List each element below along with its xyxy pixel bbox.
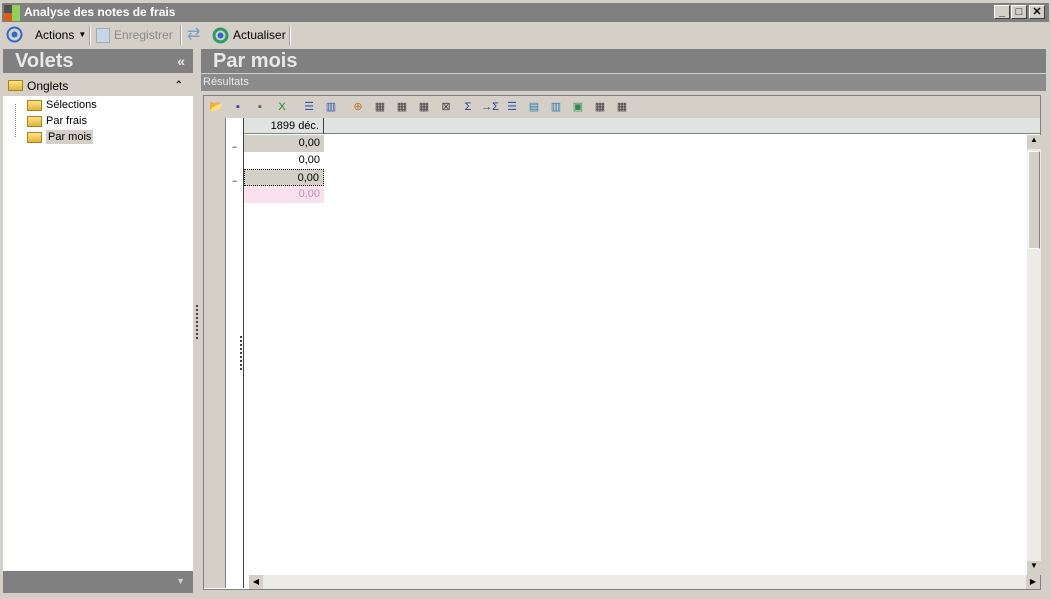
tabs-tree: Sélections Par frais Par mois	[3, 96, 193, 571]
pane-footer: ▼	[3, 571, 193, 593]
scroll-up-icon[interactable]: ▲	[1027, 135, 1041, 149]
main-toolbar: Actions ▼ Enregistrer ⇄ Actualiser	[2, 22, 1049, 48]
rows-layout-icon[interactable]: ☰	[300, 98, 318, 116]
onglets-label: Onglets	[27, 78, 69, 93]
sync-icon[interactable]: ⇄	[187, 26, 200, 44]
grid-dotted-icon[interactable]: ▦	[415, 98, 433, 116]
window-title: Analyse des notes de frais	[24, 5, 176, 19]
save-label: Enregistrer	[114, 28, 173, 42]
save-doc-icon	[96, 27, 110, 43]
scroll-left-icon[interactable]: ◀	[249, 575, 263, 589]
column-totals-icon[interactable]: ▥	[547, 98, 565, 116]
volets-header: Volets «	[3, 49, 193, 73]
columns-layout-icon[interactable]: ▥	[322, 98, 340, 116]
grid-lines-icon[interactable]: ▦	[393, 98, 411, 116]
add-total-icon[interactable]: →Σ	[481, 98, 499, 116]
onglets-section-header[interactable]: Onglets ⌃	[3, 75, 193, 96]
grid-cell[interactable]: 0,00	[244, 135, 324, 152]
scroll-thumb[interactable]	[1028, 151, 1040, 249]
grid-cell[interactable]: 0,00	[244, 186, 324, 203]
pivot-grid-panel: 📂 ▪ ▪ X ☰ ▥ ⊕ ▦ ▦ ▦ ⊠ Σ →Σ ☰ ▤ ▥ ▣ ▦ ▦ 1899 déc. − − 0,00 …	[203, 95, 1041, 590]
folder-icon	[8, 80, 23, 91]
tree-item-selections[interactable]: Sélections	[15, 97, 97, 113]
excel-icon[interactable]: X	[273, 98, 291, 116]
collapse-section-icon[interactable]: ⌃	[175, 80, 183, 91]
tree-item-label: Sélections	[46, 99, 97, 111]
grid-icon[interactable]: ▦	[371, 98, 389, 116]
results-header: Résultats	[201, 74, 1046, 91]
save-button[interactable]: Enregistrer	[96, 26, 173, 44]
collapse-pane-icon[interactable]: «	[177, 49, 185, 73]
add-row-icon[interactable]: ▦	[591, 98, 609, 116]
actions-label: Actions	[35, 28, 75, 42]
minimize-button[interactable]: _	[994, 5, 1010, 19]
column-splitter-handle[interactable]	[240, 336, 242, 370]
grid-cell[interactable]: 0,00	[244, 152, 324, 169]
folder-icon	[27, 99, 42, 111]
remove-row-icon[interactable]: ▦	[613, 98, 631, 116]
grid-toolbar: 📂 ▪ ▪ X ☰ ▥ ⊕ ▦ ▦ ▦ ⊠ Σ →Σ ☰ ▤ ▥ ▣ ▦ ▦	[204, 96, 1040, 118]
folder-icon	[27, 115, 42, 127]
vertical-scrollbar[interactable]: ▲ ▼	[1027, 135, 1041, 575]
separator	[180, 25, 182, 45]
print-icon[interactable]: ▪	[251, 98, 269, 116]
column-header-1899-dec[interactable]: 1899 déc.	[244, 118, 324, 134]
close-button[interactable]: ✕	[1029, 5, 1045, 19]
tree-item-label: Par frais	[46, 115, 87, 127]
dropdown-arrow-icon: ▼	[78, 30, 87, 39]
open-folder-icon	[27, 131, 42, 143]
refresh-icon	[212, 27, 229, 43]
save-icon[interactable]: ▪	[229, 98, 247, 116]
chevron-down-icon[interactable]: ▼	[176, 576, 185, 586]
actions-menu-button[interactable]: Actions ▼	[35, 26, 86, 44]
splitter-handle[interactable]	[196, 305, 198, 339]
tree-item-par-mois[interactable]: Par mois	[15, 129, 94, 145]
collapse-row-icon[interactable]: −	[232, 176, 237, 186]
grand-totals-icon[interactable]: ▣	[569, 98, 587, 116]
app-menu-icon[interactable]	[6, 26, 23, 43]
title-bar: Analyse des notes de frais _ □ ✕	[2, 3, 1049, 22]
grid-cell-selected[interactable]: 0,00	[244, 169, 324, 186]
fit-columns-icon[interactable]: ☰	[503, 98, 521, 116]
refresh-label: Actualiser	[233, 28, 286, 42]
separator	[289, 25, 291, 45]
maximize-button[interactable]: □	[1011, 5, 1027, 19]
page-title: Par mois	[201, 49, 1046, 73]
collapse-row-icon[interactable]: −	[232, 142, 237, 152]
row-area-gutter	[204, 118, 226, 588]
horizontal-scrollbar[interactable]: ◀ ▶	[249, 575, 1040, 589]
column-header-row	[226, 118, 1040, 134]
refresh-button[interactable]: Actualiser	[212, 26, 286, 44]
app-logo-icon	[4, 5, 20, 21]
scroll-right-icon[interactable]: ▶	[1026, 575, 1040, 589]
volets-title: Volets	[15, 50, 74, 72]
add-field-icon[interactable]: ⊕	[349, 98, 367, 116]
scroll-down-icon[interactable]: ▼	[1027, 561, 1041, 575]
open-icon[interactable]: 📂	[207, 98, 225, 116]
tree-item-par-frais[interactable]: Par frais	[15, 113, 87, 129]
swap-axes-icon[interactable]: ⊠	[437, 98, 455, 116]
separator	[89, 25, 91, 45]
tree-item-label: Par mois	[46, 130, 94, 144]
sort-sum-icon[interactable]: Σ	[459, 98, 477, 116]
row-totals-icon[interactable]: ▤	[525, 98, 543, 116]
